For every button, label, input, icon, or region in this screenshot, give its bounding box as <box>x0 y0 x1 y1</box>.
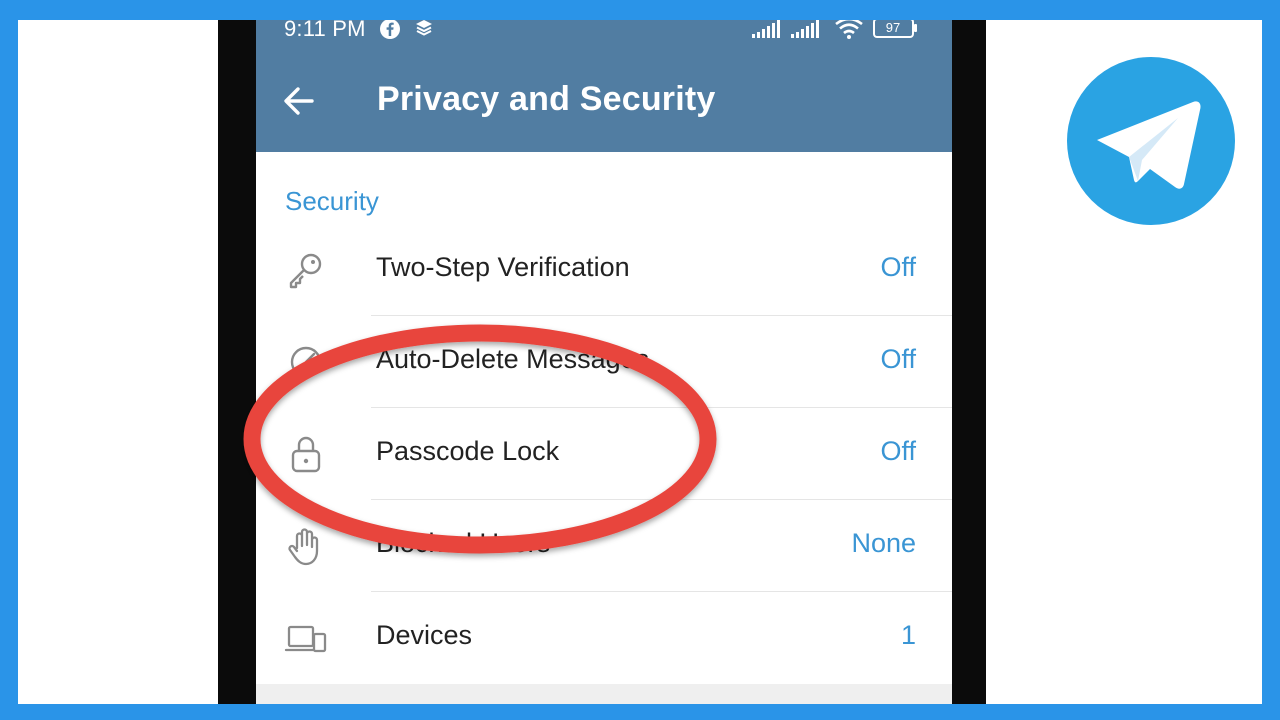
telegram-logo-icon <box>1067 57 1235 225</box>
settings-row-two-step-verification[interactable]: Two-Step Verification Off <box>256 224 952 316</box>
section-separator <box>256 684 952 720</box>
back-arrow-icon[interactable] <box>282 84 316 118</box>
signal-icon <box>752 20 780 38</box>
highlight-ellipse <box>243 324 717 554</box>
status-time: 9:11 PM <box>284 16 366 41</box>
app-bar: 9:11 PM 97 Privacy and Security <box>256 0 952 152</box>
settings-row-devices[interactable]: Devices 1 <box>256 592 952 684</box>
battery-icon: 97 <box>873 18 919 38</box>
status-bar: 9:11 PM 97 <box>256 14 952 44</box>
row-value: Off <box>880 344 916 374</box>
signal-icon <box>791 20 819 38</box>
page-title: Privacy and Security <box>377 80 716 118</box>
row-value: None <box>851 528 916 558</box>
section-header-security: Security <box>285 186 379 216</box>
layers-icon <box>416 20 432 36</box>
row-value: Off <box>880 436 916 466</box>
battery-level: 97 <box>885 20 901 35</box>
row-label: Two-Step Verification <box>376 252 630 282</box>
facebook-icon <box>380 19 400 39</box>
devices-icon <box>284 625 327 653</box>
row-label: Devices <box>376 620 473 650</box>
wifi-icon <box>835 17 863 39</box>
row-value: Off <box>880 252 916 282</box>
key-icon <box>289 253 322 289</box>
row-value: 1 <box>900 620 916 650</box>
